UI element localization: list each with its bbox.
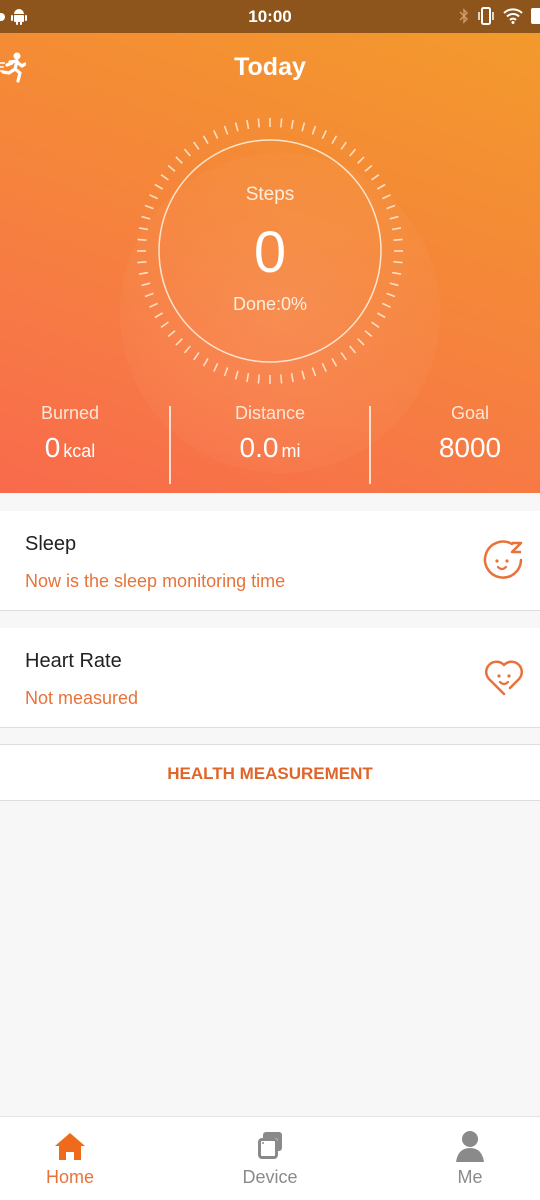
stat-distance: Distance 0.0 mi <box>190 403 350 464</box>
device-icon <box>258 1132 282 1159</box>
stat-value: 0 <box>44 432 61 463</box>
page-title: Today <box>234 53 306 81</box>
heart-rate-title: Heart Rate <box>25 650 122 672</box>
heart-rate-card[interactable]: Heart Rate Not measured <box>0 628 540 728</box>
steps-label: Steps <box>245 184 295 205</box>
health-measurement-button[interactable]: HEALTH MEASUREMENT <box>0 744 540 801</box>
status-bar: 10:00 <box>0 0 540 33</box>
battery-icon <box>531 8 540 24</box>
stat-unit: kcal <box>63 441 96 461</box>
steps-value: 0 <box>253 220 287 285</box>
stat-value: 8000 <box>438 432 502 463</box>
tab-home[interactable]: Home <box>0 1117 140 1200</box>
stat-value: 0.0 <box>239 432 279 463</box>
bluetooth-icon <box>459 8 469 24</box>
vibrate-icon <box>478 7 494 25</box>
steps-done-percent: Done:0% <box>232 294 308 314</box>
stat-label: Burned <box>40 403 100 423</box>
stats-row: Burned 0 kcal Distance 0.0 mi Goal 8000 <box>0 403 540 484</box>
bottom-tab-bar: Home Device Me <box>0 1116 540 1200</box>
today-summary: Today Steps 0 Done:0% Burned 0 kcal Dista… <box>0 33 540 493</box>
stat-divider <box>169 406 171 484</box>
tab-label: Home <box>45 1167 94 1187</box>
stat-label: Goal <box>450 403 490 423</box>
stat-label: Distance <box>234 403 306 423</box>
home-icon <box>55 1133 85 1160</box>
heart-rate-status: Not measured <box>25 688 139 708</box>
person-icon <box>456 1131 484 1162</box>
stat-unit: mi <box>281 441 301 461</box>
heart-face-icon <box>484 660 524 696</box>
sleep-title: Sleep <box>25 533 77 555</box>
stat-divider <box>369 406 371 484</box>
sleep-face-icon <box>483 540 523 579</box>
wifi-icon <box>503 8 523 24</box>
tab-me[interactable]: Me <box>400 1117 540 1200</box>
tab-label: Me <box>457 1167 483 1187</box>
steps-readout[interactable]: Steps 0 Done:0% <box>130 111 410 391</box>
stat-burned: Burned 0 kcal <box>10 403 130 464</box>
stat-goal[interactable]: Goal 8000 <box>410 403 530 464</box>
screen: 10:00 Today Steps 0 Done:0% Burned 0 kca… <box>0 0 540 1200</box>
sleep-status: Now is the sleep monitoring time <box>25 571 286 591</box>
tab-device[interactable]: Device <box>200 1117 340 1200</box>
sleep-card[interactable]: Sleep Now is the sleep monitoring time <box>0 511 540 611</box>
tab-label: Device <box>242 1167 298 1187</box>
